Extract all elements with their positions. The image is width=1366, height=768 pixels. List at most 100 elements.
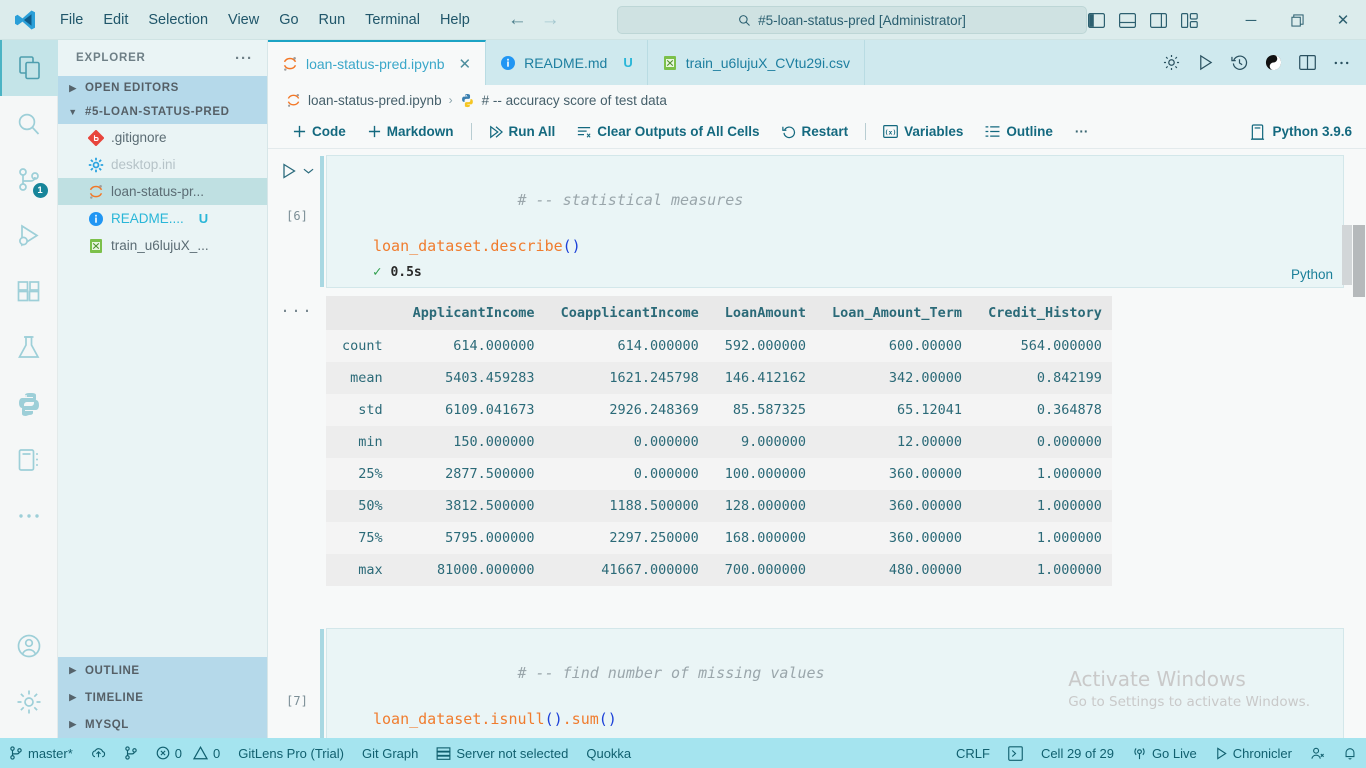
status-problems[interactable]: 0 0 <box>147 738 229 768</box>
warning-icon <box>193 746 209 760</box>
theme-toggle-icon[interactable] <box>1265 54 1282 71</box>
settings-gear-icon[interactable] <box>1163 54 1180 71</box>
customize-layout-icon[interactable] <box>1181 12 1198 28</box>
run-cell-icon[interactable] <box>281 163 297 179</box>
sidebar-section-open-editors[interactable]: ▶ OPEN EDITORS <box>58 76 267 100</box>
output-more-icon[interactable]: ··· <box>280 296 313 320</box>
status-server[interactable]: Server not selected <box>427 738 577 768</box>
menu-selection[interactable]: Selection <box>138 8 218 32</box>
status-live-share[interactable] <box>1301 738 1334 768</box>
close-button[interactable]: ✕ <box>1320 0 1366 40</box>
notebook-scrollbar[interactable] <box>1352 149 1366 738</box>
menu-run[interactable]: Run <box>309 8 356 32</box>
go-back-icon[interactable]: ← <box>508 10 527 29</box>
scrollbar-thumb[interactable] <box>1353 225 1365 297</box>
file-item-readme[interactable]: README.... U <box>58 205 267 232</box>
menu-edit[interactable]: Edit <box>93 8 138 32</box>
menu-view[interactable]: View <box>218 8 269 32</box>
dataframe-table: ApplicantIncome CoapplicantIncome LoanAm… <box>326 296 1112 586</box>
clear-outputs-button[interactable]: Clear Outputs of All Cells <box>566 119 770 145</box>
maximize-button[interactable] <box>1274 0 1320 40</box>
status-open-terminal[interactable] <box>999 738 1032 768</box>
go-forward-icon[interactable]: → <box>541 10 560 29</box>
activity-accounts-icon[interactable] <box>0 618 58 674</box>
tab-readme[interactable]: README.md U <box>486 40 648 85</box>
menu-terminal[interactable]: Terminal <box>355 8 430 32</box>
outline-label: OUTLINE <box>85 664 140 677</box>
close-icon[interactable]: ✕ <box>459 55 472 73</box>
cell-run-controls <box>281 163 314 179</box>
status-git-fork[interactable] <box>115 738 147 768</box>
cell-value: 0.000000 <box>544 426 709 458</box>
explorer-more-icon[interactable]: ··· <box>235 50 253 67</box>
add-code-cell-button[interactable]: Code <box>282 119 357 145</box>
activity-run-debug-icon[interactable] <box>0 208 58 264</box>
split-editor-icon[interactable] <box>1299 55 1316 70</box>
status-git-graph[interactable]: Git Graph <box>353 738 427 768</box>
activity-more-icon[interactable] <box>0 488 58 544</box>
status-eol[interactable]: CRLF <box>947 738 999 768</box>
editor-more-icon[interactable] <box>1333 59 1350 67</box>
restart-button[interactable]: Restart <box>771 119 860 145</box>
file-item-gitignore[interactable]: .gitignore <box>58 124 267 151</box>
table-row: count 614.000000 614.000000 592.000000 6… <box>326 330 1112 362</box>
code-editor[interactable]: # -- statistical measures loan_dataset.d… <box>320 155 1344 288</box>
activity-search-icon[interactable] <box>0 96 58 152</box>
menu-help[interactable]: Help <box>430 8 480 32</box>
cell-value: 146.412162 <box>708 362 817 394</box>
cell-value: 360.00000 <box>816 458 973 490</box>
menu-go[interactable]: Go <box>269 8 308 32</box>
file-item-train-csv[interactable]: train_u6lujuX_... <box>58 232 267 259</box>
status-branch[interactable]: master* <box>0 738 82 768</box>
chevron-right-icon: ▶ <box>69 719 77 729</box>
tab-loan-status-pred[interactable]: loan-status-pred.ipynb ✕ <box>268 40 487 85</box>
history-icon[interactable] <box>1231 54 1248 71</box>
activity-notebook-icon[interactable] <box>0 432 58 488</box>
notebook-more-button[interactable]: ··· <box>1064 119 1100 145</box>
status-go-live[interactable]: Go Live <box>1123 738 1206 768</box>
sidebar-section-outline[interactable]: ▶ OUTLINE <box>58 657 267 684</box>
tab-train-csv[interactable]: train_u6lujuX_CVtu29i.csv <box>648 40 865 85</box>
cell-gutter: [6] <box>268 155 326 288</box>
add-markdown-cell-button[interactable]: Markdown <box>357 119 465 145</box>
toggle-primary-sidebar-icon[interactable] <box>1088 12 1105 28</box>
toggle-secondary-sidebar-icon[interactable] <box>1150 12 1167 28</box>
file-item-desktop-ini[interactable]: desktop.ini <box>58 151 267 178</box>
activity-testing-icon[interactable] <box>0 320 58 376</box>
activity-python-icon[interactable] <box>0 376 58 432</box>
activity-source-control-icon[interactable]: 1 <box>0 152 58 208</box>
code-editor[interactable]: # -- find number of missing values loan_… <box>320 628 1344 738</box>
run-icon[interactable] <box>1197 54 1214 71</box>
activity-explorer-icon[interactable] <box>0 40 58 96</box>
variables-button[interactable]: (x) Variables <box>872 119 974 145</box>
sidebar-section-mysql[interactable]: ▶ MYSQL <box>58 711 267 738</box>
menu-file[interactable]: File <box>50 8 93 32</box>
activity-extensions-icon[interactable] <box>0 264 58 320</box>
minimize-button[interactable]: ─ <box>1228 0 1274 40</box>
status-chronicler[interactable]: Chronicler <box>1206 738 1301 768</box>
run-all-button[interactable]: Run All <box>478 119 567 145</box>
file-item-loan-status-pred[interactable]: loan-status-pr... <box>58 178 267 205</box>
sidebar-section-project[interactable]: ▼ #5-LOAN-STATUS-PRED <box>58 100 267 124</box>
status-sync[interactable] <box>82 738 115 768</box>
breadcrumb-cell[interactable]: # -- accuracy score of test data <box>482 93 667 108</box>
activity-settings-icon[interactable] <box>0 674 58 730</box>
toggle-panel-icon[interactable] <box>1119 12 1136 28</box>
status-gitlens[interactable]: GitLens Pro (Trial) <box>229 738 353 768</box>
command-center-search[interactable]: #5-loan-status-pred [Administrator] <box>617 6 1087 34</box>
table-row: 50% 3812.500000 1188.500000 128.000000 3… <box>326 490 1112 522</box>
status-cell-position[interactable]: Cell 29 of 29 <box>1032 738 1123 768</box>
minimap-slider[interactable] <box>1342 225 1352 285</box>
cell-language-label[interactable]: Python <box>1291 267 1333 282</box>
status-notifications[interactable] <box>1334 738 1366 768</box>
cell-value: 2926.248369 <box>544 394 709 426</box>
cell-run-dropdown-icon[interactable] <box>303 167 314 175</box>
kernel-icon <box>1250 123 1265 140</box>
branch-label: master* <box>28 745 73 761</box>
outline-button[interactable]: Outline <box>974 119 1064 145</box>
status-quokka[interactable]: Quokka <box>577 738 640 768</box>
kernel-selector[interactable]: Python 3.9.6 <box>1250 123 1366 140</box>
gear-icon <box>88 157 104 173</box>
sidebar-section-timeline[interactable]: ▶ TIMELINE <box>58 684 267 711</box>
breadcrumb-file[interactable]: loan-status-pred.ipynb <box>308 93 442 108</box>
